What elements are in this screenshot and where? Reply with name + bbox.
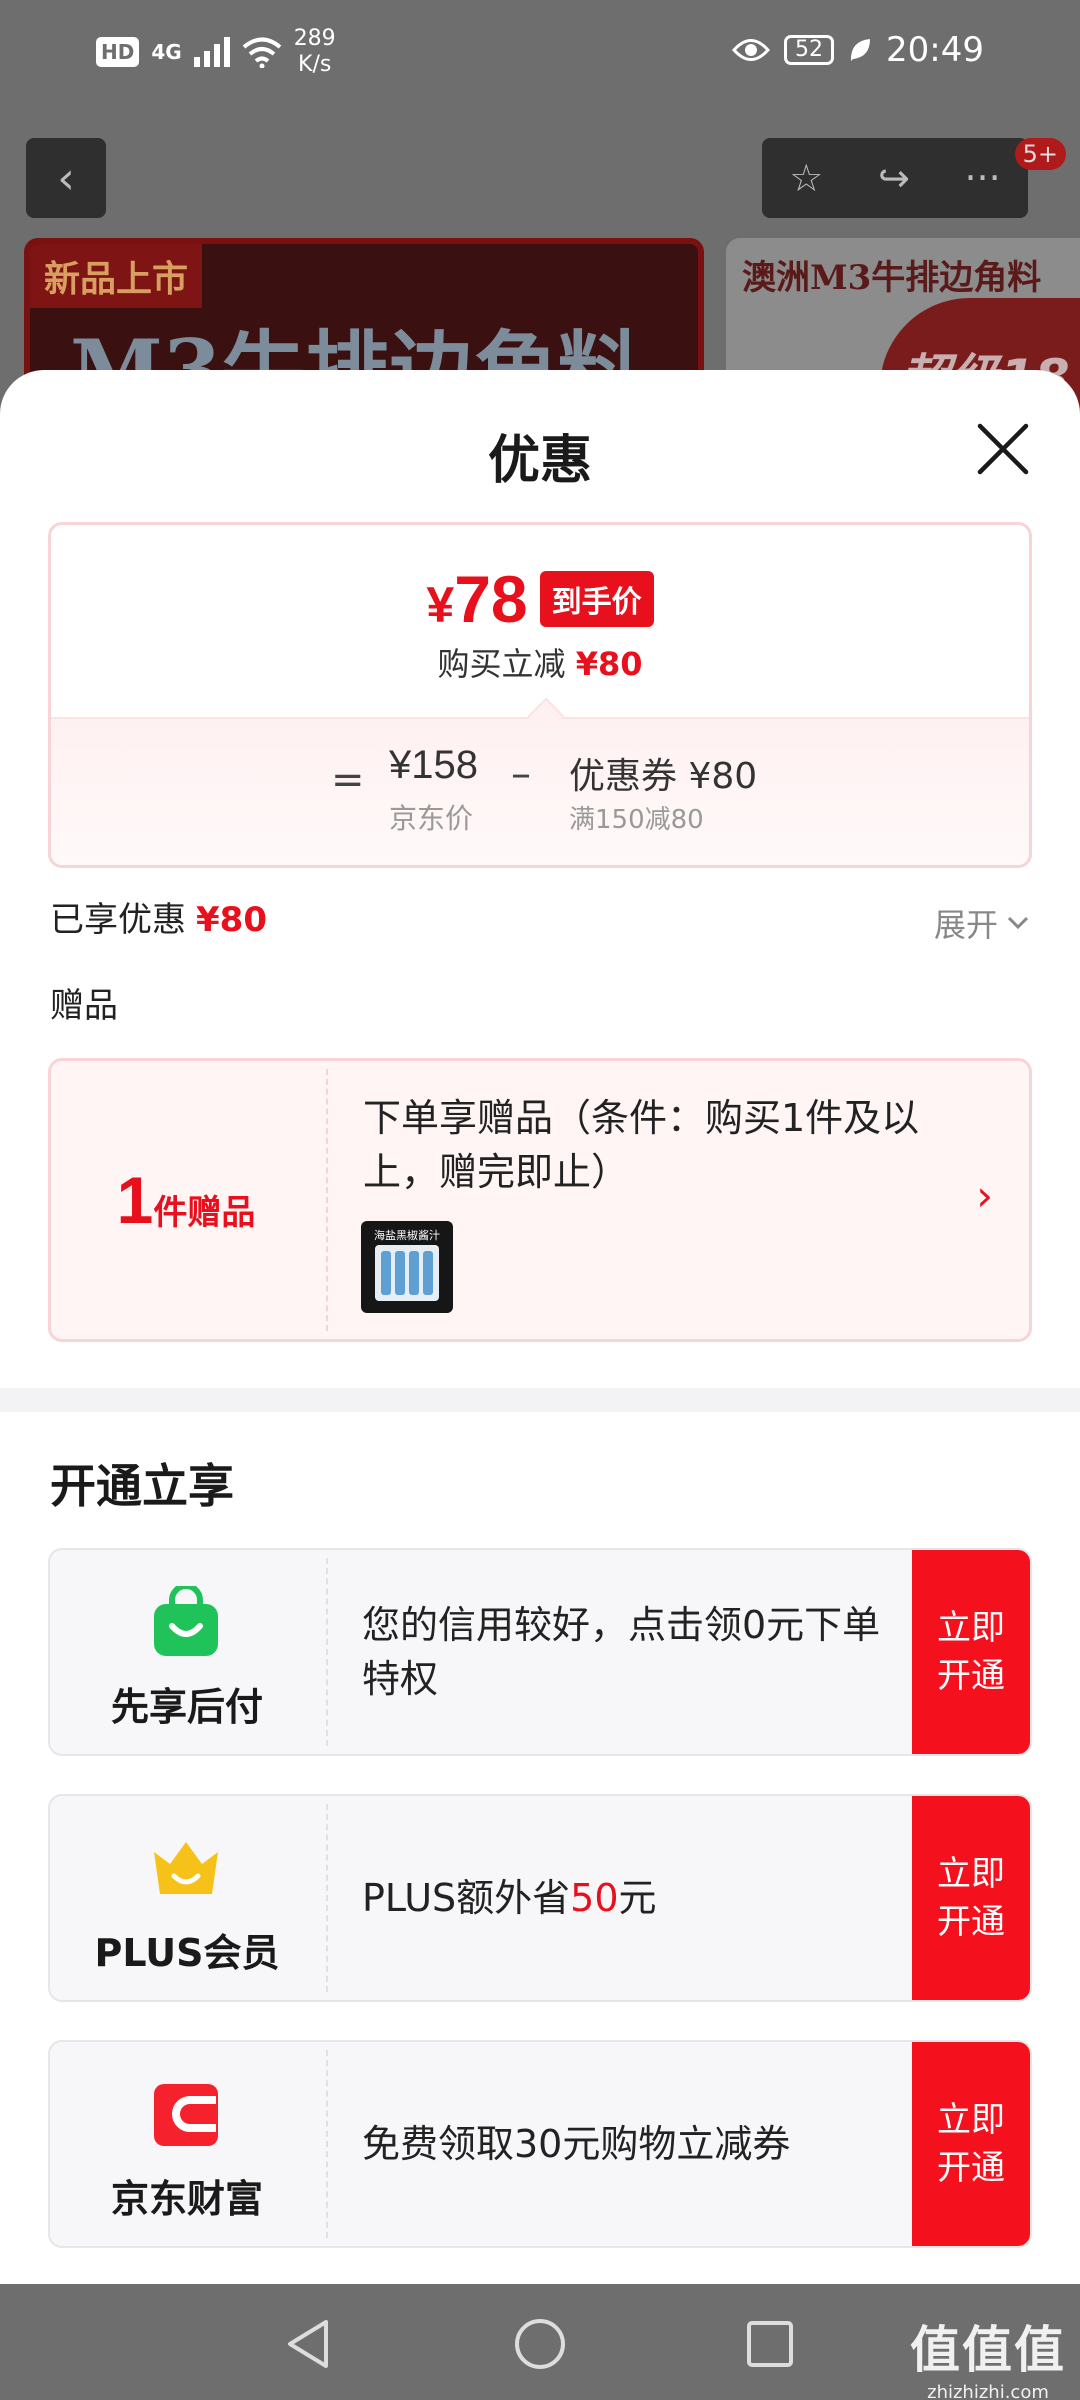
gift-thumbnail: 海盐黑椒酱汁 <box>361 1221 453 1313</box>
gift-count: 1 件赠品 <box>51 1061 321 1339</box>
minus-sign: – <box>511 751 531 797</box>
final-price-badge: 到手价 <box>539 571 654 627</box>
back-triangle-icon[interactable] <box>278 2314 338 2374</box>
gift-description: 下单享赠品（条件：购买1件及以上，赠完即止） <box>363 1096 920 1194</box>
offer-name: 先享后付 <box>110 1685 263 1729</box>
expand-label: 展开 <box>933 906 998 944</box>
activate-button[interactable]: 立即开通 <box>912 2042 1030 2246</box>
activate-button[interactable]: 立即开通 <box>912 1796 1030 2000</box>
gift-count-number: 1 <box>116 1163 154 1237</box>
offer-card-jd-wealth[interactable]: 京东财富 免费领取30元购物立减券 立即开通 <box>48 2040 1032 2248</box>
back-button[interactable]: ‹ <box>26 138 106 218</box>
status-right: 52 20:49 <box>732 30 984 70</box>
recents-square-icon[interactable] <box>740 2314 800 2374</box>
eye-icon <box>732 39 771 61</box>
speed-unit: K/s <box>298 52 332 77</box>
offer-name: 京东财富 <box>110 2177 263 2221</box>
offer-description: 您的信用较好，点击领0元下单特权 <box>362 1603 881 1701</box>
divider <box>326 1558 328 1746</box>
chevron-right-icon: › <box>976 1171 993 1220</box>
battery-icon: 52 <box>784 35 835 65</box>
star-icon[interactable]: ☆ <box>789 156 823 200</box>
offer-desc-suffix: 元 <box>618 1876 657 1920</box>
hd-icon: HD <box>96 37 140 67</box>
section-title: 开通立享 <box>50 1459 234 1513</box>
network-speed: 289 K/s <box>294 26 336 78</box>
leaf-icon <box>850 39 871 61</box>
enjoyed-label: 已享优惠 <box>50 900 186 940</box>
message-badge: 5+ <box>1014 138 1066 170</box>
clock: 20:49 <box>886 30 984 70</box>
gift-card[interactable]: 1 件赠品 下单享赠品（条件：购买1件及以上，赠完即止） 海盐黑椒酱汁 › <box>48 1058 1032 1342</box>
chevron-down-icon <box>1007 916 1029 930</box>
offer-brand: 先享后付 <box>50 1550 324 1754</box>
status-bar: HD 4G 289 K/s 52 20:49 <box>0 0 1080 110</box>
instant-discount: 购买立减 ¥80 <box>51 639 1029 685</box>
wifi-icon <box>242 37 281 68</box>
wallet-icon <box>154 2084 218 2146</box>
offer-desc-highlight: 50 <box>570 1876 619 1920</box>
price-summary: ¥78 到手价 购买立减 ¥80 <box>51 525 1029 717</box>
offer-description: PLUS额外省 50 元 <box>362 1796 882 2000</box>
watermark: 值值值 zhizhizhi.com <box>910 2310 1066 2400</box>
offer-description: 免费领取30元购物立减券 <box>362 2122 791 2166</box>
yen-symbol: ¥ <box>426 577 455 633</box>
status-left: HD 4G 289 K/s <box>96 26 336 78</box>
coupon-value: 优惠券 ¥80 <box>569 756 758 797</box>
price-breakdown-card: ¥78 到手价 购买立减 ¥80 = ¥158 京东价 – 优惠券 ¥80 满1… <box>48 522 1032 868</box>
divider <box>326 1069 328 1331</box>
share-icon[interactable]: ↪ <box>878 156 910 200</box>
offer-brand: 京东财富 <box>50 2042 324 2246</box>
enjoyed-discount: 已享优惠 ¥80 <box>50 892 267 941</box>
divider <box>326 2050 328 2238</box>
signal-icon <box>193 37 230 67</box>
coupon-condition: 满150减80 <box>569 805 704 835</box>
jd-price: ¥158 <box>389 743 478 787</box>
top-toolbar: ☆ ↪ ··· <box>762 138 1028 218</box>
instant-discount-label: 购买立减 <box>437 645 566 683</box>
shopping-bag-icon <box>154 1586 218 1656</box>
offer-card-pay-later[interactable]: 先享后付 您的信用较好，点击领0元下单特权 立即开通 <box>48 1548 1032 1756</box>
chevron-left-icon: ‹ <box>57 152 75 204</box>
gift-thumbnail-label: 海盐黑椒酱汁 <box>374 1229 440 1242</box>
section-divider <box>0 1388 1080 1412</box>
price-formula: = ¥158 京东价 – 优惠券 ¥80 满150减80 <box>51 697 1029 865</box>
more-icon[interactable]: ··· <box>964 156 1000 200</box>
gift-heading: 赠品 <box>50 986 118 1026</box>
jd-price-label: 京东价 <box>389 802 474 835</box>
final-price: ¥78 <box>426 561 527 637</box>
final-price-row: ¥78 到手价 <box>51 561 1029 637</box>
instant-discount-value: ¥80 <box>575 645 643 683</box>
network-type: 4G <box>151 40 182 64</box>
banner2-title: 澳洲M3牛排边角料 <box>742 258 1042 298</box>
equals-sign: = <box>331 757 365 803</box>
watermark-logo: 值值值 <box>910 2321 1066 2379</box>
divider <box>326 1804 328 1992</box>
watermark-url: zhizhizhi.com <box>927 2382 1049 2400</box>
sauce-pack-image <box>375 1245 439 1301</box>
close-icon[interactable] <box>976 422 1030 476</box>
offer-brand: PLUS会员 <box>50 1796 324 2000</box>
offer-desc-prefix: PLUS额外省 <box>362 1876 571 1920</box>
final-price-value: 78 <box>454 562 528 636</box>
offer-card-plus[interactable]: PLUS会员 PLUS额外省 50 元 立即开通 <box>48 1794 1032 2002</box>
activate-button[interactable]: 立即开通 <box>912 1550 1030 1754</box>
gift-count-label: 件赠品 <box>153 1192 256 1233</box>
speed-value: 289 <box>293 26 336 51</box>
crown-icon <box>154 1842 218 1894</box>
sheet-title: 优惠 <box>487 431 592 491</box>
discount-sheet: 优惠 ¥78 到手价 购买立减 ¥80 = ¥158 京东价 – 优惠券 ¥80… <box>0 370 1080 2284</box>
expand-button[interactable]: 展开 <box>934 900 1030 946</box>
enjoyed-value: ¥80 <box>196 900 267 940</box>
offer-name: PLUS会员 <box>94 1931 280 1975</box>
banner-tag: 新品上市 <box>30 244 203 308</box>
background-product-page: ‹ ☆ ↪ ··· 5+ 新品上市 M3牛排边角料 澳洲M3牛排边角料 超级18 <box>0 110 1080 438</box>
home-circle-icon[interactable] <box>510 2314 570 2374</box>
